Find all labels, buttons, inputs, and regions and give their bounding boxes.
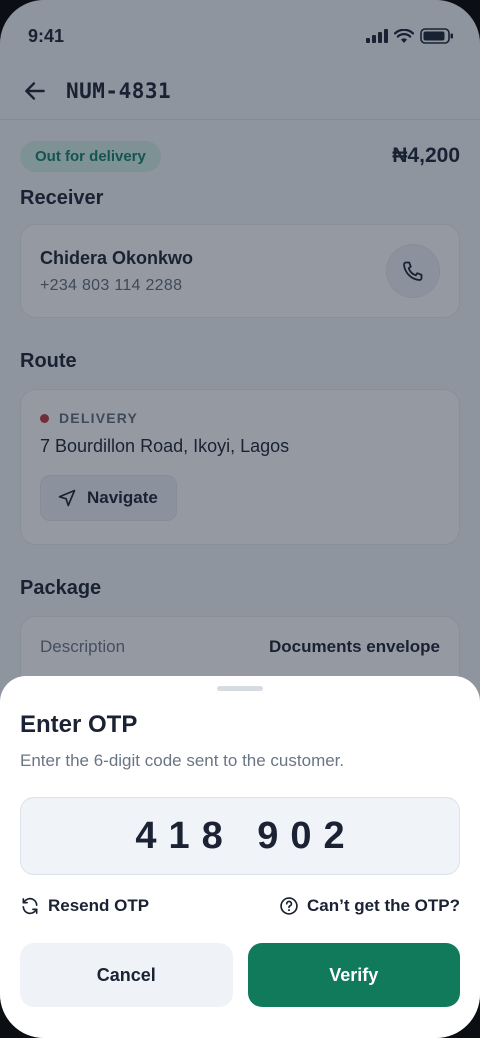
refresh-icon (22, 897, 38, 915)
verify-button[interactable]: Verify (247, 943, 460, 1007)
cancel-button[interactable]: Cancel (20, 943, 233, 1007)
otp-links: Resend OTP Can’t get the OTP? (20, 895, 460, 917)
otp-sheet-title: Enter OTP (20, 711, 138, 738)
resend-otp-label: Resend OTP (48, 896, 150, 915)
phone-screen: 9:41 NUM-4831 Out for delivery ₦4,200 Re… (0, 0, 480, 1038)
otp-sheet-subtitle: Enter the 6-digit code sent to the custo… (20, 751, 345, 770)
sheet-drag-handle[interactable] (217, 686, 263, 691)
otp-help-label: Can’t get the OTP? (307, 896, 460, 915)
otp-input[interactable]: 418 902 (20, 797, 460, 875)
resend-otp-link[interactable]: Resend OTP (20, 896, 149, 916)
question-circle-icon (280, 897, 298, 915)
otp-actions: Cancel Verify (20, 943, 460, 1007)
otp-value: 418 902 (135, 814, 357, 857)
otp-bottom-sheet: Enter OTP Enter the 6-digit code sent to… (0, 676, 480, 1038)
otp-help-link[interactable]: Can’t get the OTP? (279, 896, 460, 916)
